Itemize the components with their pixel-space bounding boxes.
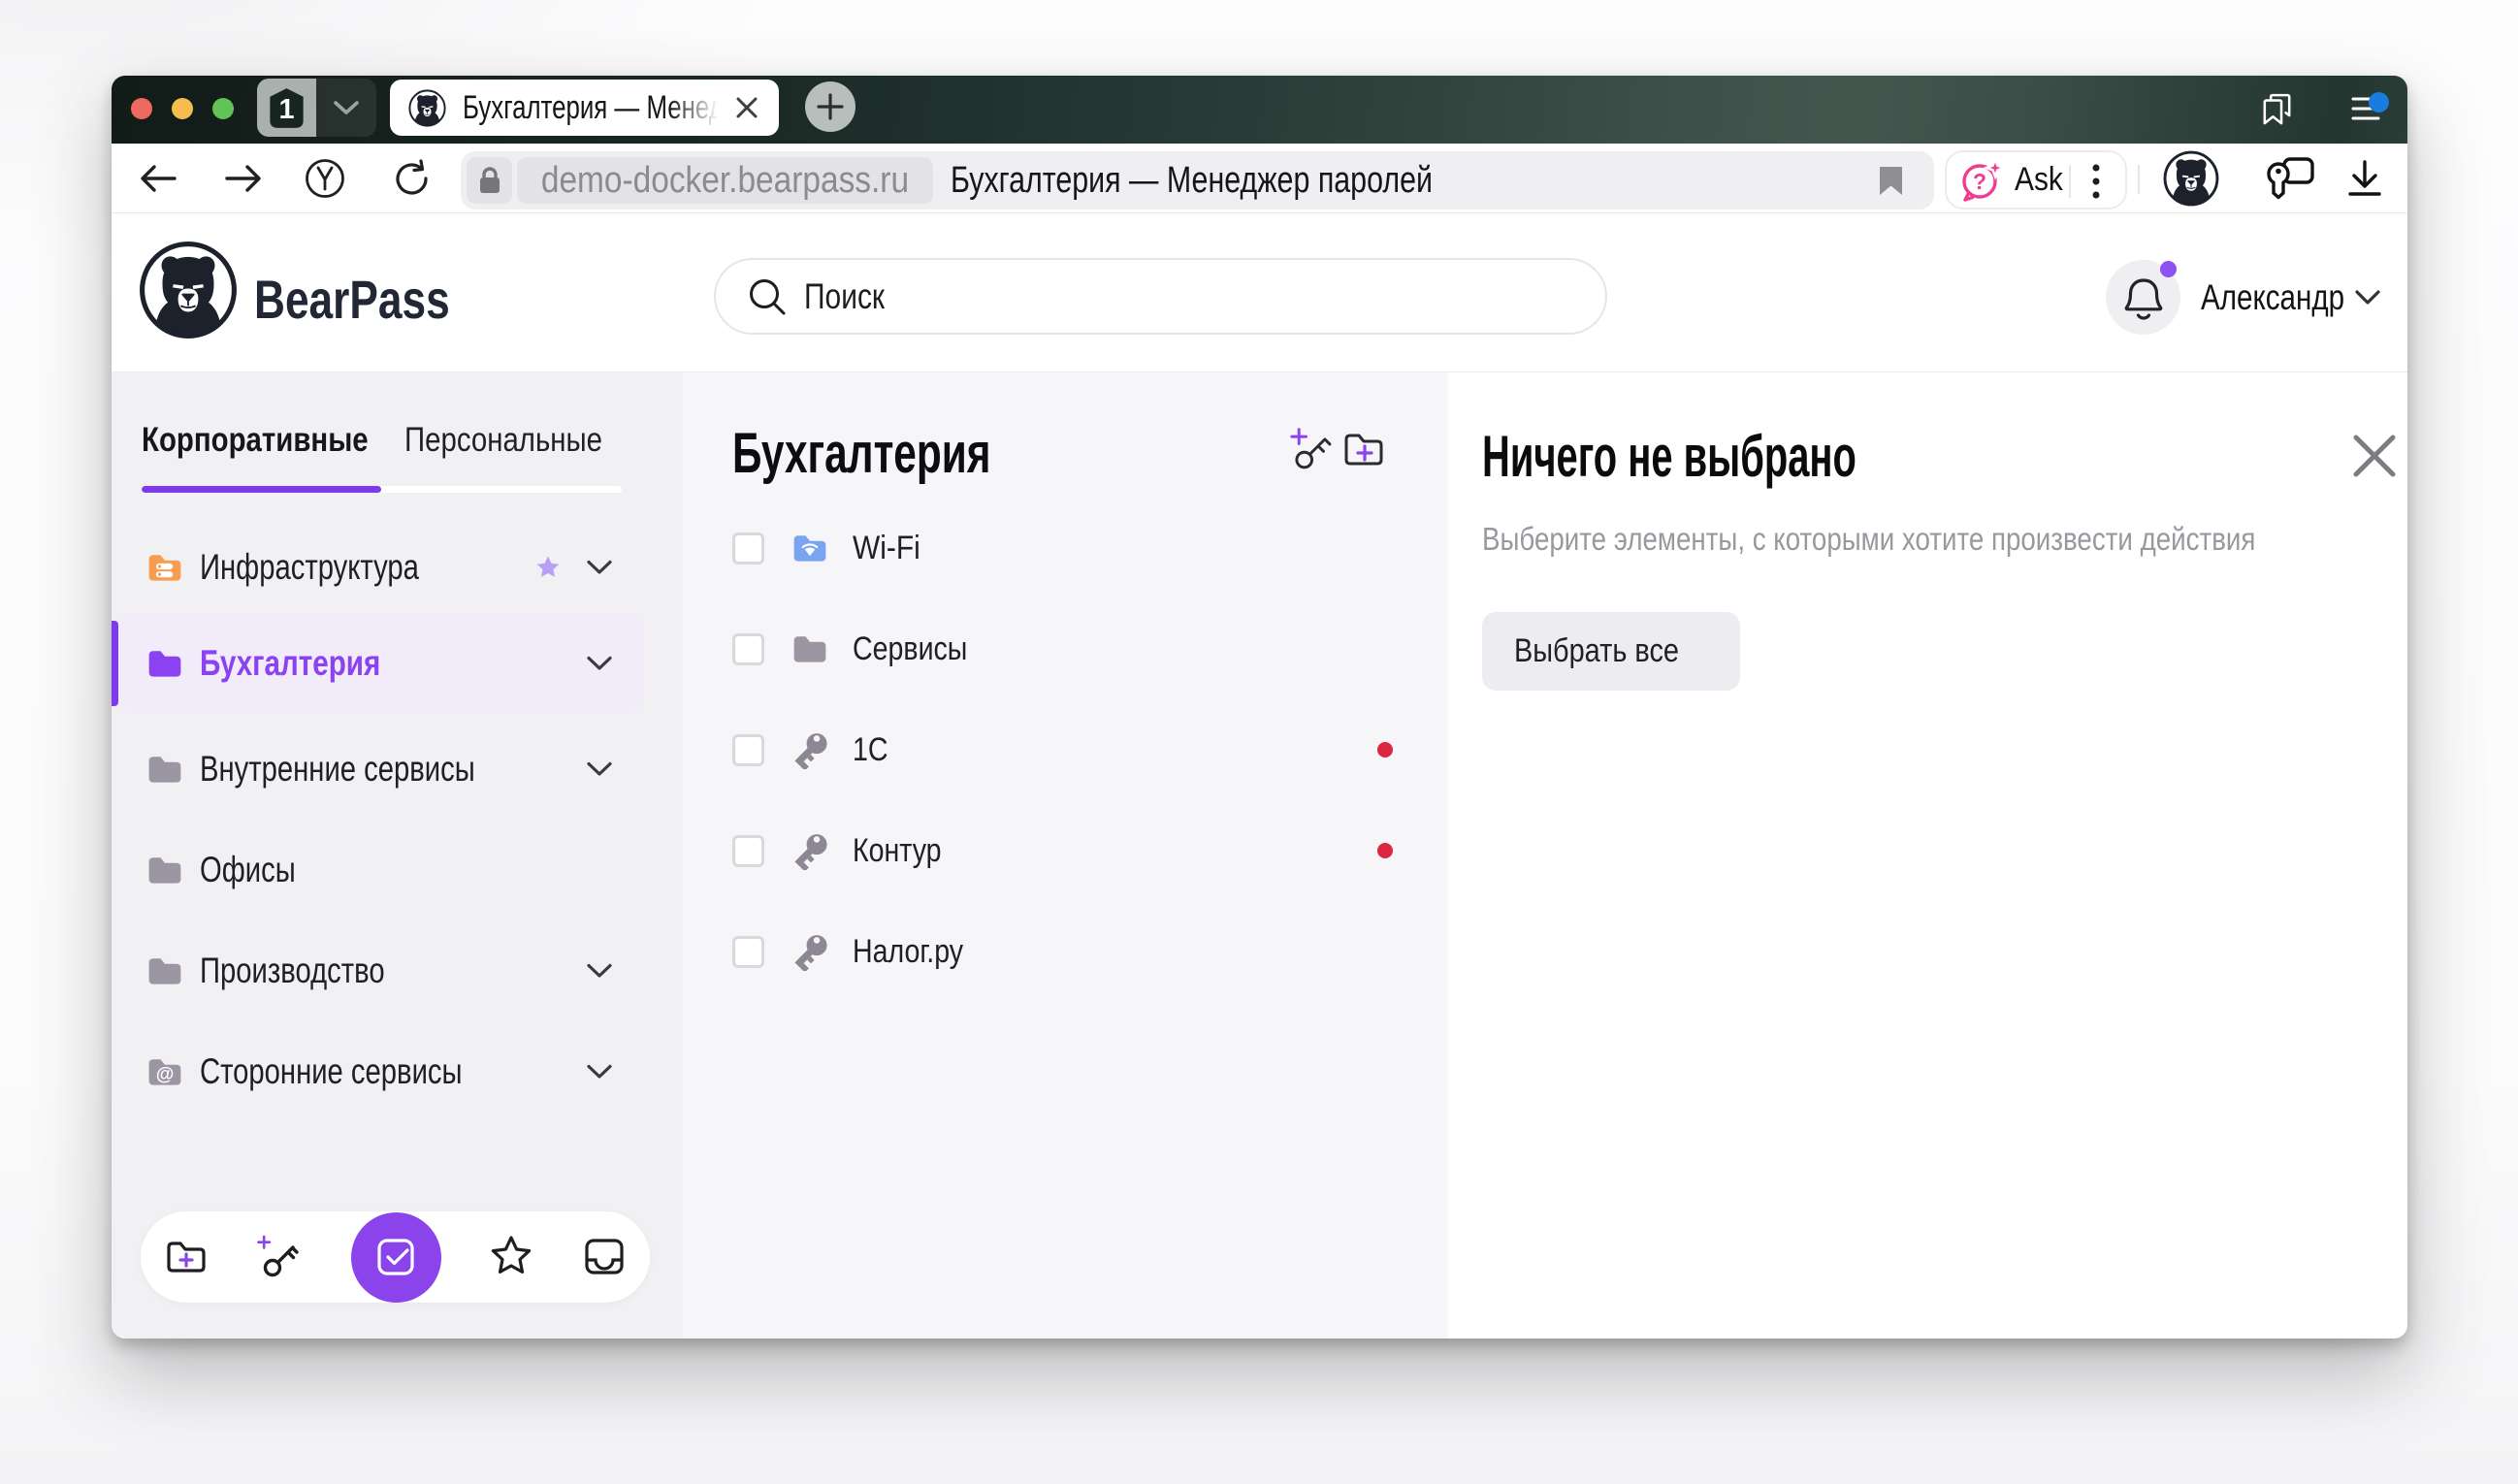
svg-text:@: @ xyxy=(156,1065,175,1085)
svg-text:1: 1 xyxy=(278,94,294,125)
svg-text:?: ? xyxy=(1973,169,1986,194)
